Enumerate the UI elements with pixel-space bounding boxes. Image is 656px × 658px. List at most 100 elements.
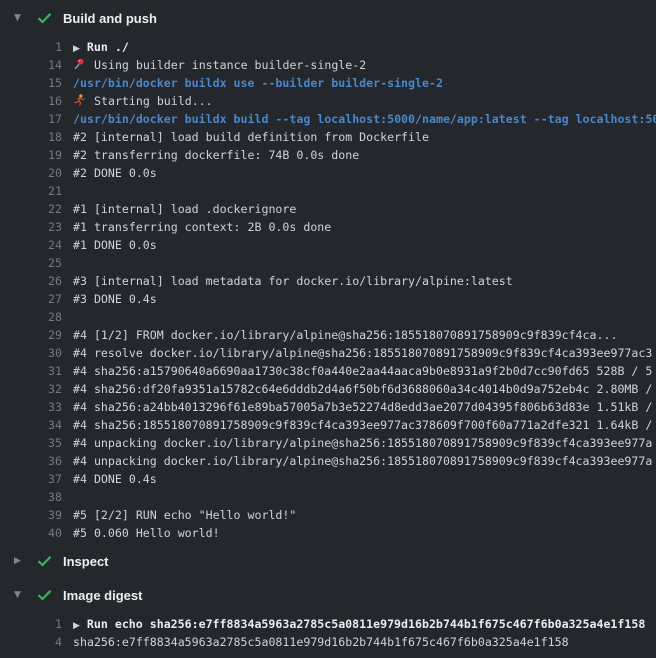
- line-number[interactable]: 14: [0, 56, 62, 74]
- log-text: #4 sha256:df20fa9351a15782c64e6dddb2d4a6…: [73, 380, 656, 398]
- log-lines: 1 ▶Run ./ 14 Using builder instance builder…: [0, 38, 656, 542]
- log-line: 30 #4 resolve docker.io/library/alpine@sh…: [0, 344, 656, 362]
- line-number[interactable]: 28: [0, 308, 62, 326]
- log-line: 29 #4 [1/2] FROM docker.io/library/alpine…: [0, 326, 656, 344]
- log-line: 1 ▶Run ./: [0, 38, 656, 56]
- line-number[interactable]: 18: [0, 128, 62, 146]
- log-line: 14 Using builder instance builder-single-…: [0, 56, 656, 74]
- log-text: #1 DONE 0.0s: [73, 236, 656, 254]
- log-line: 39 #5 [2/2] RUN echo "Hello world!": [0, 506, 656, 524]
- section-header-image-digest[interactable]: ▼ Image digest: [0, 586, 656, 604]
- log-text: /usr/bin/docker buildx use --builder bui…: [73, 74, 656, 92]
- log-section-build-and-push: ▼ Build and push 1 ▶Run ./ 14 Using builder…: [0, 9, 656, 542]
- log-text: [73, 254, 656, 272]
- check-icon: [37, 555, 52, 567]
- log-line: 20#2 DONE 0.0s: [0, 164, 656, 182]
- log-text: #4 sha256:185518070891758909c9f839cf4ca3…: [73, 416, 656, 434]
- chevron-down-icon[interactable]: ▼: [14, 13, 27, 23]
- line-number[interactable]: 31: [0, 362, 62, 380]
- log-line: 18 #2 [internal] load build definition fr…: [0, 128, 656, 146]
- line-number[interactable]: 15: [0, 74, 62, 92]
- chevron-right-icon[interactable]: ▶: [14, 556, 27, 566]
- log-line: 28: [0, 308, 656, 326]
- line-number[interactable]: 16: [0, 92, 62, 110]
- log-line: 1▶Run echo sha256:e7ff8834a5963a2785c5a0…: [0, 615, 656, 633]
- line-number[interactable]: 1: [0, 38, 62, 56]
- line-number[interactable]: 25: [0, 254, 62, 272]
- line-number[interactable]: 20: [0, 164, 62, 182]
- line-number[interactable]: 17: [0, 110, 62, 128]
- line-number[interactable]: 1: [0, 615, 62, 633]
- log-line: 16Starting build...: [0, 92, 656, 110]
- log-line: 21: [0, 182, 656, 200]
- line-number[interactable]: 21: [0, 182, 62, 200]
- log-line: 25: [0, 254, 656, 272]
- workflow-log-viewer: ▼ Build and push 1▶Run ./14Using builder…: [0, 0, 656, 651]
- line-number[interactable]: 32: [0, 380, 62, 398]
- log-text: #4 unpacking docker.io/library/alpine@sh…: [73, 452, 656, 470]
- line-number[interactable]: 23: [0, 218, 62, 236]
- log-line: 15/usr/bin/docker buildx use --builder b…: [0, 74, 656, 92]
- log-text: [73, 488, 656, 506]
- log-text: ▶Run ./: [73, 38, 656, 56]
- log-text: #4 sha256:a15790640a6690aa1730c38cf0a440…: [73, 362, 656, 380]
- log-text: #3 DONE 0.4s: [73, 290, 656, 308]
- log-text: #4 [1/2] FROM docker.io/library/alpine@s…: [73, 326, 656, 344]
- log-line: 38: [0, 488, 656, 506]
- line-number[interactable]: 27: [0, 290, 62, 308]
- line-number[interactable]: 34: [0, 416, 62, 434]
- log-text: #4 sha256:a24bb4013296f61e89ba57005a7b3e…: [73, 398, 656, 416]
- log-line: 23 #1 transferring context: 2B 0.0s done: [0, 218, 656, 236]
- log-text: #2 transferring dockerfile: 74B 0.0s don…: [73, 146, 656, 164]
- log-line: 4sha256:e7ff8834a5963a2785c5a0811e979d16…: [0, 633, 656, 651]
- line-number[interactable]: 35: [0, 434, 62, 452]
- line-number[interactable]: 19: [0, 146, 62, 164]
- log-text: #4 resolve docker.io/library/alpine@sha2…: [73, 344, 656, 362]
- log-line: 36 #4 unpacking docker.io/library/alpine@…: [0, 452, 656, 470]
- line-number[interactable]: 26: [0, 272, 62, 290]
- line-number[interactable]: 39: [0, 506, 62, 524]
- section-header-inspect[interactable]: ▶ Inspect: [0, 552, 656, 570]
- line-number[interactable]: 40: [0, 524, 62, 542]
- check-icon: [37, 12, 52, 24]
- check-icon: [37, 589, 52, 601]
- line-number[interactable]: 37: [0, 470, 62, 488]
- expand-run-icon[interactable]: ▶: [73, 621, 80, 631]
- log-text: #5 [2/2] RUN echo "Hello world!": [73, 506, 656, 524]
- log-line: 26 #3 [internal] load metadata for docker…: [0, 272, 656, 290]
- log-line: 27 #3 DONE 0.4s: [0, 290, 656, 308]
- log-text: #4 unpacking docker.io/library/alpine@sh…: [73, 434, 656, 452]
- line-number[interactable]: 22: [0, 200, 62, 218]
- log-text: [73, 182, 656, 200]
- line-number[interactable]: 38: [0, 488, 62, 506]
- log-text: #3 [internal] load metadata for docker.i…: [73, 272, 656, 290]
- log-text: #1 transferring context: 2B 0.0s done: [73, 218, 656, 236]
- log-lines: 1▶Run echo sha256:e7ff8834a5963a2785c5a0…: [0, 615, 656, 651]
- log-text: #2 [internal] load build definition from…: [73, 128, 656, 146]
- expand-run-icon[interactable]: ▶: [73, 44, 80, 54]
- line-number[interactable]: 4: [0, 633, 62, 651]
- line-number[interactable]: 33: [0, 398, 62, 416]
- section-title: Build and push: [63, 11, 157, 26]
- log-text: #5 0.060 Hello world!: [73, 524, 656, 542]
- log-line: 35 #4 unpacking docker.io/library/alpine@…: [0, 434, 656, 452]
- log-line: 19 #2 transferring dockerfile: 74B 0.0s d…: [0, 146, 656, 164]
- log-line: 33 #4 sha256:a24bb4013296f61e89ba57005a7b…: [0, 398, 656, 416]
- pushpin-emoji: [73, 58, 86, 70]
- section-header-build-and-push[interactable]: ▼ Build and push: [0, 9, 656, 27]
- chevron-down-icon[interactable]: ▼: [14, 590, 27, 600]
- log-section-image-digest: ▼ Image digest 1▶Run echo sha256:e7ff883…: [0, 586, 656, 651]
- section-title: Inspect: [63, 554, 109, 569]
- section-title: Image digest: [63, 588, 142, 603]
- line-number[interactable]: 36: [0, 452, 62, 470]
- line-number[interactable]: 29: [0, 326, 62, 344]
- line-number[interactable]: 24: [0, 236, 62, 254]
- log-line: 37#4 DONE 0.4s: [0, 470, 656, 488]
- log-line: 31 #4 sha256:a15790640a6690aa1730c38cf0a4…: [0, 362, 656, 380]
- log-text: Using builder instance builder-single-2: [73, 56, 656, 74]
- line-number[interactable]: 30: [0, 344, 62, 362]
- log-line: 17/usr/bin/docker buildx build --tag loc…: [0, 110, 656, 128]
- log-text: /usr/bin/docker buildx build --tag local…: [73, 110, 656, 128]
- log-line: 22#1 [internal] load .dockerignore: [0, 200, 656, 218]
- log-section-inspect: ▶ Inspect: [0, 552, 656, 570]
